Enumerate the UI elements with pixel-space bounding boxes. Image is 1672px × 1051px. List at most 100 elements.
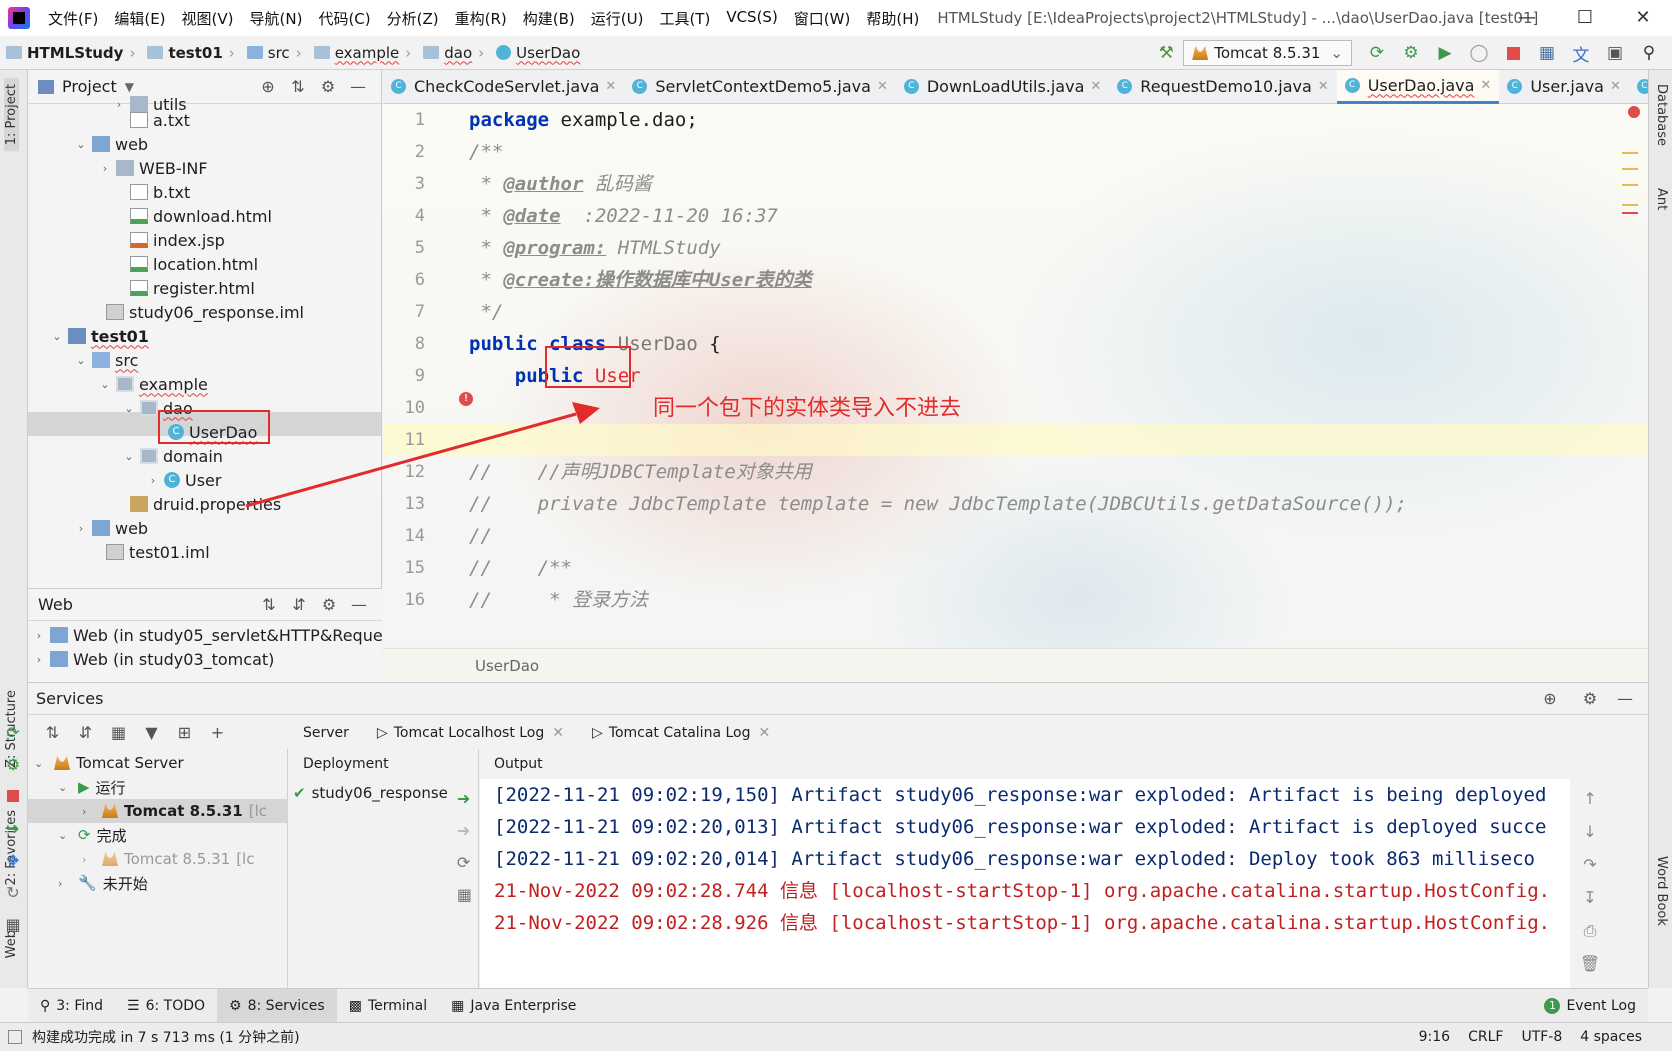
- expand-all-icon[interactable]: ⇅: [36, 723, 69, 742]
- clear-all-icon[interactable]: 🗑: [1580, 947, 1600, 980]
- rerun-icon[interactable]: ⟳: [6, 717, 19, 749]
- stop-icon[interactable]: [7, 781, 19, 813]
- service-label: Tomcat 8.5.31: [124, 850, 231, 868]
- add-service-icon[interactable]: +: [201, 723, 234, 742]
- service-label: 未开始: [102, 874, 148, 893]
- service-label: Tomcat Server: [76, 754, 184, 772]
- indent-setting[interactable]: 4 spaces: [1580, 1029, 1642, 1045]
- caret-position[interactable]: 9:16: [1419, 1029, 1450, 1045]
- tab-catalina-log[interactable]: ▷ Tomcat Catalina Log ✕: [578, 725, 784, 741]
- artifact-icon[interactable]: ▦: [457, 879, 472, 911]
- refresh-icon[interactable]: ↻: [6, 877, 19, 909]
- debug-icon[interactable]: ⚙: [6, 749, 20, 781]
- service-group-not-started[interactable]: › 🔧 未开始: [58, 871, 148, 895]
- deployment-actions: ➜ ➜ ⟳ ▦: [457, 783, 472, 911]
- tool-tab-label: 8: Services: [247, 997, 325, 1014]
- print-icon[interactable]: ⎙: [1584, 914, 1597, 947]
- refresh-icon: ⟳: [78, 826, 91, 844]
- tool-tab-label: 6: TODO: [145, 997, 206, 1014]
- deployment-item[interactable]: ✔ study06_response: [293, 781, 448, 805]
- tool-tab-find[interactable]: ⚲ 3: Find: [28, 989, 115, 1023]
- log-icon: ▷: [376, 724, 388, 741]
- service-tomcat-finished[interactable]: › Tomcat 8.5.31 [lc: [82, 847, 254, 871]
- run-icon: ▶: [78, 778, 90, 796]
- scroll-to-end-icon[interactable]: ↧: [1583, 881, 1596, 914]
- tab-server[interactable]: Server: [289, 725, 363, 741]
- console-line: 21-Nov-2022 09:02:28.926 信息 [localhost-s…: [494, 912, 1551, 934]
- locate-icon[interactable]: ⊕: [1530, 689, 1570, 708]
- group-by-icon[interactable]: ▦: [102, 723, 135, 742]
- close-tab-icon[interactable]: ✕: [758, 725, 770, 741]
- console-line: [2022-11-21 09:02:20,013] Artifact study…: [494, 816, 1547, 838]
- services-panel: Services ⊕ ⚙ — ⇅ ⇵ ▦ ▼ ⊞ + ⌄ Tomcat Serve…: [5, 682, 1648, 989]
- file-encoding[interactable]: UTF-8: [1521, 1029, 1562, 1045]
- terminal-icon: ▩: [348, 997, 362, 1014]
- service-label: Tomcat 8.5.31: [124, 802, 243, 820]
- service-tomcat-running[interactable]: › Tomcat 8.5.31 [lc: [28, 799, 288, 823]
- hide-panel-icon[interactable]: —: [1610, 689, 1640, 708]
- status-bar: 构建成功完成 in 7 s 713 ms (1 分钟之前) 9:16 CRLF …: [0, 1022, 1672, 1051]
- tool-tab-label: Terminal: [367, 997, 428, 1014]
- status-widgets: 9:16 CRLF UTF-8 4 spaces: [1401, 1029, 1642, 1045]
- status-message[interactable]: 构建成功完成 in 7 s 713 ms (1 分钟之前): [32, 1027, 300, 1047]
- service-tomcat-server[interactable]: ⌄ Tomcat Server: [34, 751, 184, 775]
- tomcat-icon: [102, 852, 118, 866]
- deployment-panel: Deployment ✔ study06_response ➜ ➜ ⟳ ▦: [289, 749, 479, 989]
- new-tab-icon[interactable]: ⊞: [168, 723, 201, 742]
- console-actions: ↑ ↓ ↷ ↧ ⎙ 🗑: [1575, 782, 1605, 980]
- deploy-icon[interactable]: ➜: [6, 813, 19, 845]
- service-label: 运行: [95, 778, 126, 797]
- close-tab-icon[interactable]: ✕: [552, 725, 564, 741]
- service-suffix: [lc: [248, 802, 268, 820]
- services-header: Services ⊕ ⚙ —: [28, 683, 1648, 715]
- tool-tab-label: Java Enterprise: [470, 997, 577, 1014]
- tool-tab-terminal[interactable]: ▩ Terminal: [337, 989, 439, 1023]
- filter-icon[interactable]: ▼: [135, 723, 168, 742]
- console-line: [2022-11-21 09:02:19,150] Artifact study…: [494, 784, 1547, 806]
- tomcat-icon: [102, 804, 118, 818]
- service-detail-tabs: Server ▷ Tomcat Localhost Log ✕ ▷ Tomcat Ca…: [289, 716, 1648, 749]
- event-log-label: Event Log: [1566, 997, 1636, 1014]
- output-header: Output: [480, 749, 1570, 779]
- services-side-actions: ⟳ ⚙ ➜ ❖ ↻ ▦: [2, 717, 24, 941]
- services-title: Services: [36, 689, 104, 708]
- soft-wrap-icon[interactable]: ↷: [1583, 848, 1596, 881]
- tomcat-icon: [54, 756, 70, 770]
- layout-icon[interactable]: ▦: [5, 909, 20, 941]
- arrow-head: [572, 402, 600, 424]
- services-icon: ⚙: [229, 997, 242, 1014]
- service-label: 完成: [96, 826, 127, 845]
- settings-gear-icon[interactable]: ⚙: [1570, 689, 1610, 708]
- toggle-tool-windows-icon[interactable]: [8, 1030, 22, 1044]
- redeploy-icon[interactable]: ⟳: [457, 847, 472, 879]
- scroll-down-icon[interactable]: ↓: [1583, 815, 1596, 848]
- undeploy-icon[interactable]: ➜: [457, 815, 472, 847]
- tab-label: Tomcat Localhost Log: [393, 724, 545, 741]
- scroll-up-icon[interactable]: ↑: [1583, 782, 1596, 815]
- service-detail: Server ▷ Tomcat Localhost Log ✕ ▷ Tomcat Ca…: [289, 716, 1648, 989]
- tool-tab-services[interactable]: ⚙ 8: Services: [217, 988, 337, 1023]
- line-separator[interactable]: CRLF: [1468, 1029, 1503, 1045]
- tab-localhost-log[interactable]: ▷ Tomcat Localhost Log ✕: [363, 725, 578, 741]
- deployment-header: Deployment: [289, 749, 478, 779]
- tool-tab-java-enterprise[interactable]: ▦ Java Enterprise: [439, 989, 588, 1023]
- bottom-tool-tabs: ⚲ 3: Find ☰ 6: TODO ⚙ 8: Services ▩ Terminal…: [28, 988, 1648, 1023]
- service-group-finished[interactable]: ⌄ ⟳ 完成: [58, 823, 127, 847]
- console-line: 21-Nov-2022 09:02:28.744 信息 [localhost-s…: [494, 880, 1551, 902]
- deployment-label: study06_response: [311, 784, 448, 802]
- tab-label: Tomcat Catalina Log: [608, 724, 751, 741]
- console-line: [2022-11-21 09:02:20,014] Artifact study…: [494, 848, 1535, 870]
- deploy-icon[interactable]: ➜: [457, 783, 472, 815]
- tool-tab-todo[interactable]: ☰ 6: TODO: [115, 989, 217, 1023]
- wrench-icon: 🔧: [78, 874, 97, 892]
- event-log-tab[interactable]: 1 Event Log: [1532, 989, 1648, 1023]
- open-browser-icon[interactable]: ❖: [6, 845, 20, 877]
- log-icon: ▷: [592, 724, 603, 741]
- output-console[interactable]: Output [2022-11-21 09:02:19,150] Artifac…: [480, 749, 1570, 989]
- arrow-line: [245, 412, 577, 508]
- service-group-running[interactable]: ⌄ ▶ 运行: [58, 775, 126, 799]
- tool-tab-label: 3: Find: [56, 997, 104, 1014]
- event-count-badge: 1: [1544, 997, 1561, 1014]
- search-icon: ⚲: [40, 997, 51, 1014]
- collapse-all-icon[interactable]: ⇵: [69, 723, 102, 742]
